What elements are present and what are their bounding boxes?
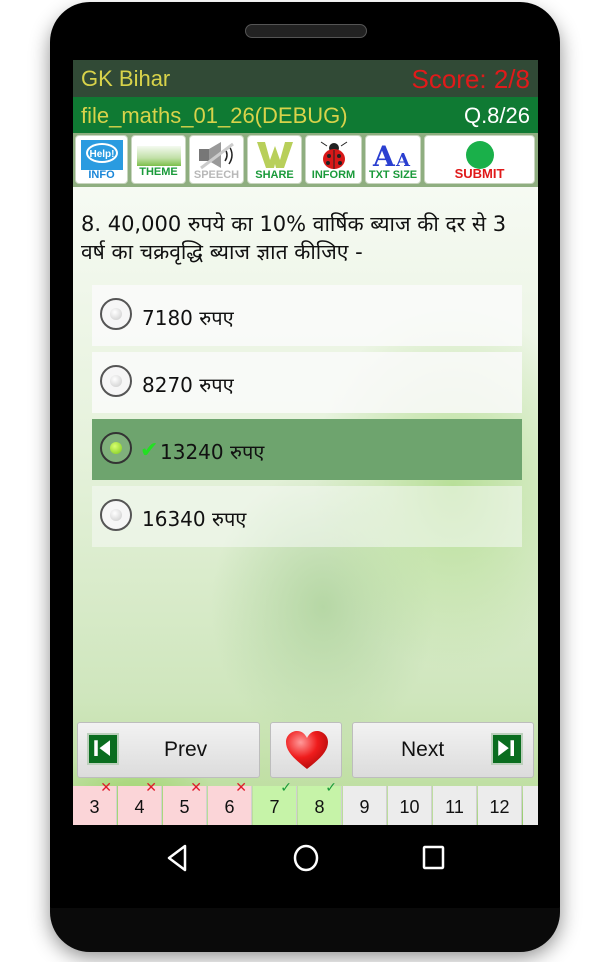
phone-chin bbox=[50, 908, 560, 952]
option-text: 7180 रुपए bbox=[142, 306, 234, 330]
question-number: 4 bbox=[134, 797, 145, 817]
radio-button-checked[interactable] bbox=[100, 432, 132, 464]
help-bubble-icon: Help! bbox=[80, 140, 123, 170]
correct-check-icon: ✔ bbox=[140, 437, 159, 462]
title-bar: GK Bihar Score: 2/8 bbox=[73, 60, 538, 97]
favorite-button[interactable] bbox=[270, 722, 342, 778]
question-number: 12 bbox=[489, 797, 510, 817]
option-1[interactable]: 7180 रुपए bbox=[92, 285, 522, 346]
share-label: SHARE bbox=[255, 169, 294, 181]
question-counter: Q.8/26 bbox=[463, 103, 530, 128]
prev-label: Prev bbox=[164, 738, 208, 761]
ladybug-icon bbox=[320, 141, 347, 169]
correct-check-icon: ✓ bbox=[325, 779, 337, 795]
question-navigator: 3 ✕ 4 ✕ 5 ✕ 6 ✕ 7 ✓ 8 ✓ 9 10 11 12 bbox=[73, 780, 538, 825]
theme-button[interactable]: THEME bbox=[131, 135, 186, 184]
question-cell-wrong[interactable]: 4 ✕ bbox=[118, 780, 162, 825]
question-cell[interactable]: 12 bbox=[478, 786, 522, 825]
correct-check-icon: ✓ bbox=[280, 779, 292, 795]
text-size-label: TXT SIZE bbox=[368, 169, 418, 181]
skip-next-icon bbox=[491, 733, 523, 765]
question-cell-correct[interactable]: 7 ✓ bbox=[253, 780, 297, 825]
share-w-icon bbox=[256, 142, 293, 168]
radio-button[interactable] bbox=[100, 298, 132, 330]
home-icon[interactable] bbox=[292, 843, 320, 873]
score-display: Score: 2/8 bbox=[411, 64, 530, 94]
question-cell[interactable]: 11 bbox=[433, 786, 477, 825]
android-nav-bar bbox=[0, 838, 610, 878]
svg-text:A: A bbox=[372, 140, 396, 170]
earpiece-speaker bbox=[245, 24, 367, 38]
question-number: 6 bbox=[224, 797, 235, 817]
info-label: INFO bbox=[88, 169, 115, 181]
option-3-selected[interactable]: ✔ 13240 रुपए bbox=[92, 419, 522, 480]
option-2[interactable]: 8270 रुपए bbox=[92, 352, 522, 413]
back-icon[interactable] bbox=[165, 843, 189, 873]
heart-icon bbox=[286, 731, 328, 769]
next-button[interactable]: Next bbox=[352, 722, 534, 778]
app-screen: GK Bihar Score: 2/8 file_maths_01_26(DEB… bbox=[73, 60, 538, 825]
question-cell-wrong[interactable]: 3 ✕ bbox=[73, 780, 117, 825]
app-title: GK Bihar bbox=[81, 66, 171, 91]
question-cell-wrong[interactable]: 6 ✕ bbox=[208, 780, 252, 825]
svg-text:Help!: Help! bbox=[89, 149, 114, 160]
wrong-x-icon: ✕ bbox=[235, 779, 247, 795]
option-text: 16340 रुपए bbox=[142, 507, 247, 531]
question-number: 3 bbox=[89, 797, 100, 817]
question-number: 7 bbox=[269, 797, 280, 817]
option-text: 13240 रुपए bbox=[160, 440, 265, 464]
question-cell-correct[interactable]: 8 ✓ bbox=[298, 780, 342, 825]
question-cell-partial[interactable] bbox=[523, 786, 538, 825]
radio-button[interactable] bbox=[100, 499, 132, 531]
question-number: 8 bbox=[314, 797, 325, 817]
speech-label: SPEECH bbox=[193, 169, 240, 181]
theme-label: THEME bbox=[139, 166, 178, 178]
text-size-icon: A A bbox=[372, 140, 411, 170]
quiz-file-name: file_maths_01_26(DEBUG) bbox=[81, 103, 348, 128]
info-button[interactable]: Help! INFO bbox=[75, 135, 128, 184]
option-4[interactable]: 16340 रुपए bbox=[92, 486, 522, 547]
speech-button[interactable]: SPEECH bbox=[189, 135, 244, 184]
question-number: 10 bbox=[399, 797, 420, 817]
question-number: 11 bbox=[445, 797, 464, 817]
wrong-x-icon: ✕ bbox=[145, 779, 157, 795]
recents-icon[interactable] bbox=[421, 844, 447, 872]
wrong-x-icon: ✕ bbox=[190, 779, 202, 795]
inform-label: INFORM bbox=[311, 169, 356, 181]
option-text: 8270 रुपए bbox=[142, 373, 234, 397]
question-cell[interactable]: 9 bbox=[343, 786, 387, 825]
skip-previous-icon bbox=[87, 733, 119, 765]
speaker-muted-icon bbox=[198, 142, 234, 170]
prev-button[interactable]: Prev bbox=[77, 722, 260, 778]
file-bar: file_maths_01_26(DEBUG) Q.8/26 bbox=[73, 97, 538, 133]
svg-text:A: A bbox=[395, 150, 411, 170]
submit-label: SUBMIT bbox=[454, 166, 505, 181]
question-text: 8. 40,000 रुपये का 10% वार्षिक ब्याज की … bbox=[81, 212, 507, 264]
next-label: Next bbox=[401, 738, 445, 761]
question-cell-wrong[interactable]: 5 ✕ bbox=[163, 780, 207, 825]
submit-button[interactable]: SUBMIT bbox=[424, 135, 535, 184]
radio-button[interactable] bbox=[100, 365, 132, 397]
question-cell[interactable]: 10 bbox=[388, 786, 432, 825]
question-number: 5 bbox=[179, 797, 190, 817]
share-button[interactable]: SHARE bbox=[247, 135, 302, 184]
theme-image-icon bbox=[136, 146, 181, 166]
question-number: 9 bbox=[359, 797, 370, 817]
wrong-x-icon: ✕ bbox=[100, 779, 112, 795]
text-size-button[interactable]: A A TXT SIZE bbox=[365, 135, 421, 184]
toolbar: Help! INFO THEME SPEECH SHARE INFORM A A… bbox=[73, 133, 538, 187]
inform-button[interactable]: INFORM bbox=[305, 135, 362, 184]
